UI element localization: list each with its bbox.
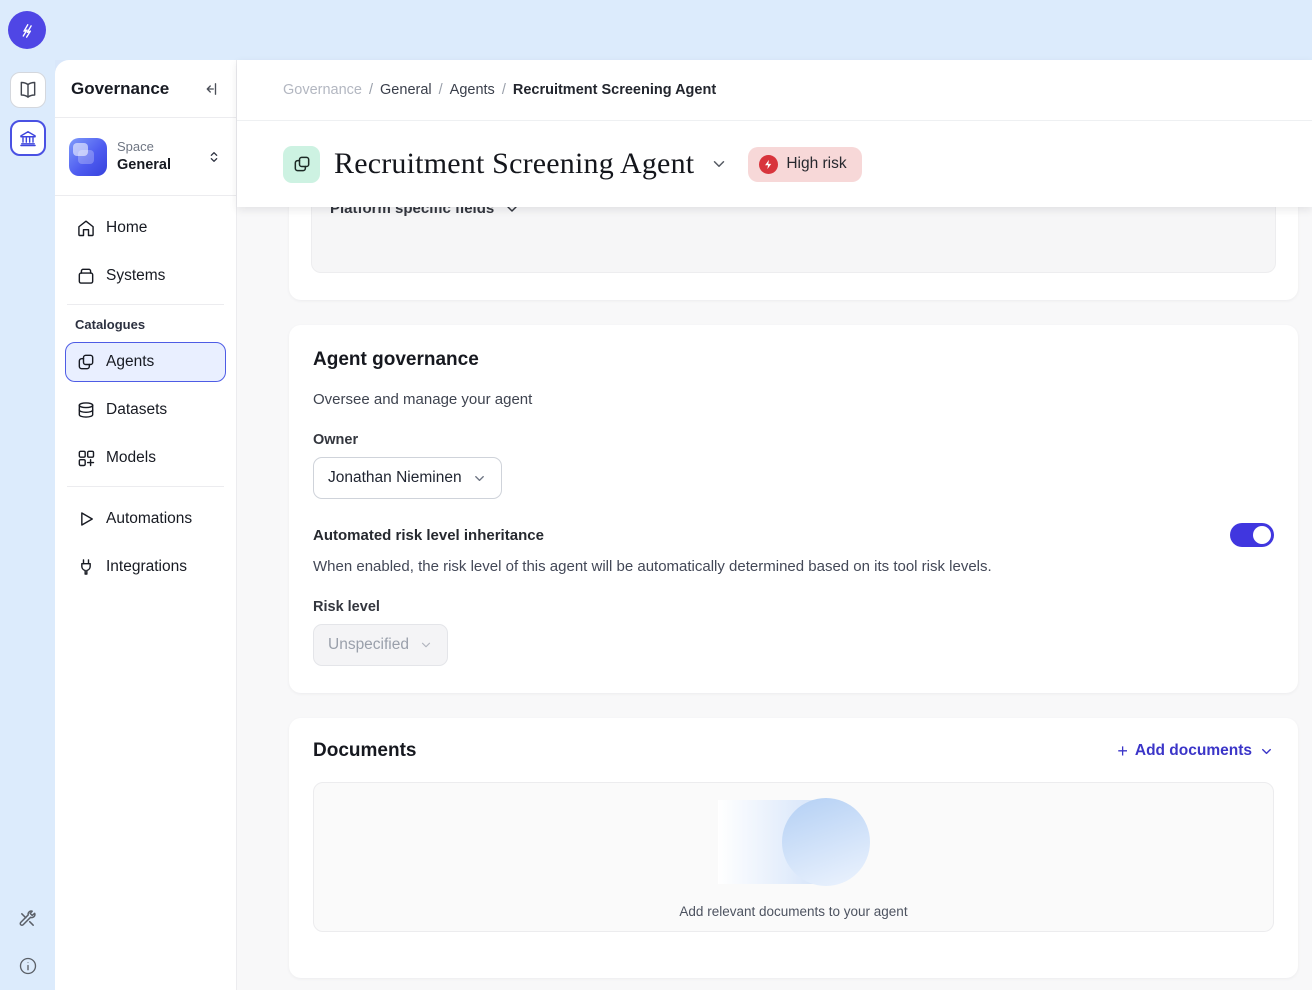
sidebar-item-label: Agents xyxy=(106,353,154,371)
agent-copy-icon xyxy=(292,154,312,174)
top-bar xyxy=(0,0,1312,60)
automations-icon xyxy=(76,509,96,529)
add-documents-button[interactable]: + Add documents xyxy=(1117,741,1274,762)
governance-card-subtitle: Oversee and manage your agent xyxy=(313,391,1274,408)
chevron-down-icon xyxy=(472,471,487,486)
documents-empty-state: Add relevant documents to your agent xyxy=(313,782,1274,932)
agents-icon xyxy=(76,352,96,372)
space-label: Space xyxy=(117,139,196,155)
inheritance-toggle[interactable] xyxy=(1230,523,1274,547)
inheritance-description: When enabled, the risk level of this age… xyxy=(313,558,1274,575)
workspace-rail xyxy=(0,60,55,990)
inheritance-label: Automated risk level inheritance xyxy=(313,527,544,544)
chevron-down-icon xyxy=(710,155,728,173)
documents-empty-text: Add relevant documents to your agent xyxy=(679,904,907,919)
platform-fields-panel: Platform specific fields xyxy=(311,207,1276,273)
systems-icon xyxy=(76,266,96,286)
models-icon xyxy=(76,448,96,468)
app-logo[interactable] xyxy=(8,11,46,49)
sidebar-title: Governance xyxy=(71,79,169,99)
risk-badge-label: High risk xyxy=(786,155,846,173)
sidebar-item-label: Models xyxy=(106,449,156,467)
breadcrumb-governance[interactable]: Governance xyxy=(283,82,362,98)
chevron-down-icon xyxy=(419,638,433,652)
documents-card-title: Documents xyxy=(313,740,416,762)
agent-governance-card: Agent governance Oversee and manage your… xyxy=(289,325,1298,693)
collapse-sidebar-icon xyxy=(202,80,220,98)
governance-sidebar: Governance Space General Home xyxy=(55,60,237,990)
platform-fields-card: Platform specific fields xyxy=(289,207,1298,300)
risk-level-value: Unspecified xyxy=(328,636,409,654)
sidebar-divider xyxy=(67,304,224,305)
info-rail-button[interactable] xyxy=(18,956,38,976)
zap-icon xyxy=(763,159,774,170)
risk-badge: High risk xyxy=(748,147,861,182)
page-title: Recruitment Screening Agent xyxy=(334,147,694,181)
page-header: Governance / General / Agents / Recruitm… xyxy=(237,60,1312,207)
platform-fields-label: Platform specific fields xyxy=(330,207,494,217)
book-open-icon xyxy=(18,80,38,100)
sidebar-collapse-button[interactable] xyxy=(202,80,220,98)
datasets-icon xyxy=(76,400,96,420)
sidebar-item-datasets[interactable]: Datasets xyxy=(65,390,226,430)
sidebar-item-label: Integrations xyxy=(106,558,187,576)
governance-rail-button[interactable] xyxy=(10,120,46,156)
main-area: Governance / General / Agents / Recruitm… xyxy=(237,60,1312,990)
sidebar-item-systems[interactable]: Systems xyxy=(65,256,226,296)
library-rail-button[interactable] xyxy=(10,72,46,108)
chevron-down-icon xyxy=(504,207,520,217)
sidebar-item-agents[interactable]: Agents xyxy=(65,342,226,382)
breadcrumb-agents[interactable]: Agents xyxy=(450,82,495,98)
breadcrumb-general[interactable]: General xyxy=(380,82,432,98)
sidebar-item-models[interactable]: Models xyxy=(65,438,226,478)
documents-card: Documents + Add documents Add relevant d… xyxy=(289,718,1298,978)
sidebar-item-label: Datasets xyxy=(106,401,167,419)
tools-rail-button[interactable] xyxy=(17,909,38,930)
integrations-icon xyxy=(76,557,96,577)
agent-switcher-button[interactable] xyxy=(710,155,728,173)
risk-level-label: Risk level xyxy=(313,599,1274,615)
agent-avatar xyxy=(283,146,320,183)
breadcrumb-current: Recruitment Screening Agent xyxy=(513,82,716,98)
owner-label: Owner xyxy=(313,432,1274,448)
sidebar-item-label: Home xyxy=(106,219,147,237)
sidebar-item-label: Automations xyxy=(106,510,192,528)
chevron-up-down-icon xyxy=(206,149,222,165)
breadcrumb-separator: / xyxy=(502,82,506,98)
tools-icon xyxy=(17,909,38,930)
space-selector[interactable]: Space General xyxy=(55,118,236,196)
info-icon xyxy=(18,956,38,976)
sidebar-item-label: Systems xyxy=(106,267,165,285)
space-avatar xyxy=(69,138,107,176)
breadcrumb-separator: / xyxy=(439,82,443,98)
breadcrumb: Governance / General / Agents / Recruitm… xyxy=(237,60,1312,121)
owner-select-value: Jonathan Nieminen xyxy=(328,469,462,487)
risk-zap-icon xyxy=(759,155,778,174)
governance-card-title: Agent governance xyxy=(313,349,1274,371)
logo-slash-icon xyxy=(15,18,39,42)
plus-icon: + xyxy=(1117,741,1128,762)
owner-select[interactable]: Jonathan Nieminen xyxy=(313,457,502,499)
sidebar-nav: Home Systems Catalogues Agents xyxy=(55,196,236,595)
space-value: General xyxy=(117,156,196,174)
sidebar-item-automations[interactable]: Automations xyxy=(65,499,226,539)
bank-icon xyxy=(18,128,38,148)
sidebar-item-home[interactable]: Home xyxy=(65,208,226,248)
add-documents-label: Add documents xyxy=(1135,742,1252,760)
page-content: Platform specific fields Agent governanc… xyxy=(237,207,1312,990)
risk-level-select: Unspecified xyxy=(313,624,448,666)
documents-empty-illustration xyxy=(714,796,874,888)
chevron-down-icon xyxy=(1259,744,1274,759)
catalogues-section-label: Catalogues xyxy=(75,317,226,332)
platform-fields-toggle[interactable]: Platform specific fields xyxy=(330,207,1257,217)
breadcrumb-separator: / xyxy=(369,82,373,98)
sidebar-item-integrations[interactable]: Integrations xyxy=(65,547,226,587)
home-icon xyxy=(76,218,96,238)
sidebar-divider xyxy=(67,486,224,487)
